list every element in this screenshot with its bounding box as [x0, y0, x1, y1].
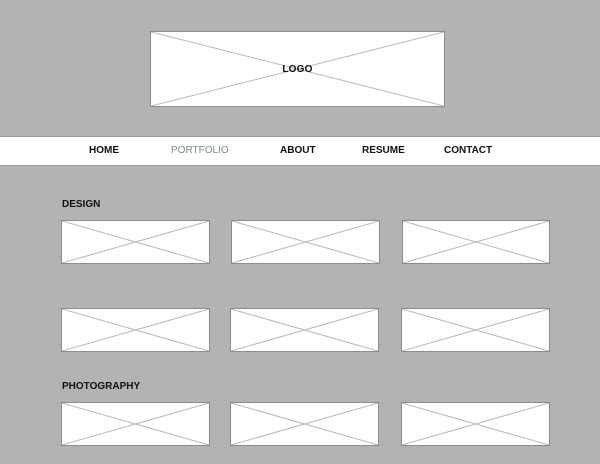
image-placeholder-icon: [231, 403, 378, 445]
photography-thumbnail[interactable]: [230, 402, 379, 446]
image-placeholder-icon: [62, 309, 209, 351]
image-placeholder-icon: [402, 309, 549, 351]
nav-item-about[interactable]: ABOUT: [280, 137, 316, 165]
image-placeholder-icon: [62, 403, 209, 445]
nav-bar: HOME PORTFOLIO ABOUT RESUME CONTACT: [0, 136, 600, 166]
logo-label: LOGO: [282, 63, 313, 75]
nav-item-resume[interactable]: RESUME: [362, 137, 405, 165]
photography-thumbnail[interactable]: [401, 402, 550, 446]
section-heading-photography: PHOTOGRAPHY: [62, 381, 141, 392]
section-heading-design: DESIGN: [62, 199, 101, 210]
logo-placeholder[interactable]: LOGO: [150, 31, 445, 107]
photography-thumbnail[interactable]: [61, 402, 210, 446]
image-placeholder-icon: [402, 403, 549, 445]
design-thumbnail[interactable]: [401, 308, 550, 352]
image-placeholder-icon: [403, 221, 549, 263]
image-placeholder-icon: [231, 309, 378, 351]
design-thumbnail[interactable]: [230, 308, 379, 352]
nav-item-home[interactable]: HOME: [89, 137, 119, 165]
design-thumbnail[interactable]: [231, 220, 380, 264]
nav-item-contact[interactable]: CONTACT: [444, 137, 492, 165]
image-placeholder-icon: [62, 221, 209, 263]
design-thumbnail[interactable]: [61, 220, 210, 264]
design-thumbnail[interactable]: [402, 220, 550, 264]
design-thumbnail[interactable]: [61, 308, 210, 352]
nav-item-portfolio[interactable]: PORTFOLIO: [171, 137, 229, 165]
image-placeholder-icon: [232, 221, 379, 263]
